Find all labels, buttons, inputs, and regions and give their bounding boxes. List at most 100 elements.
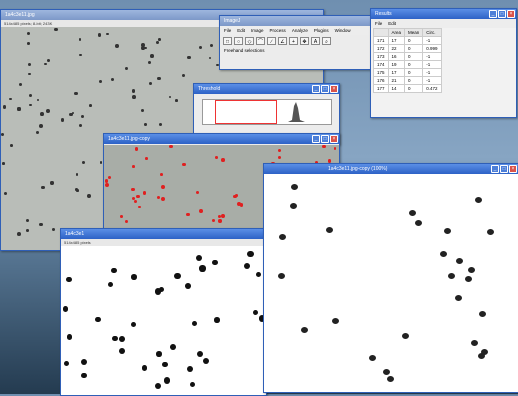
column-header[interactable]: Area <box>387 28 406 37</box>
outlines-titlebar[interactable]: 1a4c3e11.jpg-copy (100%) _ □ × <box>264 164 518 174</box>
binary-particle <box>212 259 218 266</box>
imagej-menu-process[interactable]: Process <box>270 28 286 33</box>
minimize-icon[interactable]: _ <box>312 85 320 93</box>
column-header[interactable] <box>373 28 389 37</box>
results-menu-file[interactable]: File <box>375 21 382 26</box>
table-cell: 17 <box>387 36 406 45</box>
particle-dot <box>75 173 79 177</box>
outlines-window[interactable]: 1a4c3e11.jpg-copy (100%) _ □ × <box>263 163 518 393</box>
particle-dot <box>16 231 21 236</box>
imagej-menu-window[interactable]: Window <box>335 28 351 33</box>
binary-image-titlebar[interactable]: 1a4c3e1 <box>61 229 266 239</box>
column-header[interactable]: Circ. <box>422 28 442 37</box>
particle-outline <box>382 369 391 376</box>
minimize-icon[interactable]: _ <box>312 135 320 143</box>
particle-dot <box>36 98 40 102</box>
detected-particle-marker <box>156 195 160 199</box>
table-cell: 21 <box>387 76 406 85</box>
table-row[interactable]: 171 17 0 -1 <box>373 36 442 45</box>
tool-button[interactable]: ✥ <box>300 37 309 45</box>
minimize-icon[interactable]: _ <box>491 165 499 173</box>
table-row[interactable]: 175 17 0 -1 <box>373 68 442 77</box>
particle-dot <box>54 27 58 32</box>
particle-dot <box>156 40 160 44</box>
table-cell: 0 <box>404 60 424 69</box>
imagej-main-window[interactable]: ImageJ File Edit Image Process Analyze Plugin… <box>219 15 381 70</box>
imagej-menu-edit[interactable]: Edit <box>237 28 245 33</box>
binary-particle <box>192 321 198 327</box>
table-cell: 0 <box>404 36 424 45</box>
particle-outline <box>386 375 395 383</box>
maximize-icon[interactable]: □ <box>321 135 329 143</box>
table-cell: -1 <box>422 68 442 77</box>
particle-dot <box>115 43 119 48</box>
binary-particle <box>185 282 192 289</box>
particle-dot <box>210 43 214 47</box>
close-icon[interactable]: × <box>330 85 338 93</box>
particle-outline <box>467 266 476 274</box>
particle-dot <box>17 107 21 111</box>
detected-particle-marker <box>161 185 166 190</box>
detected-particle-marker <box>169 145 173 149</box>
particle-dot <box>41 185 46 190</box>
close-icon[interactable]: × <box>509 165 517 173</box>
particle-dot <box>97 33 101 37</box>
tool-button[interactable]: ⌕ <box>322 37 331 45</box>
threshold-title: Threshold <box>198 86 221 92</box>
minimize-icon[interactable]: _ <box>489 10 497 18</box>
tool-button[interactable]: A <box>311 37 320 45</box>
tool-button[interactable]: ∠ <box>278 37 287 45</box>
table-row[interactable]: 176 21 0 -1 <box>373 76 442 85</box>
results-window[interactable]: Results _ □ × File Edit Area Mean Circ. 171… <box>370 8 517 118</box>
particle-dot <box>131 89 136 93</box>
imagej-titlebar[interactable]: ImageJ <box>220 16 380 26</box>
threshold-titlebar[interactable]: Threshold _ □ × <box>194 84 339 94</box>
results-header-row: Area Mean Circ. <box>373 28 442 37</box>
particle-outline <box>277 272 286 280</box>
imagej-menu-analyze[interactable]: Analyze <box>292 28 308 33</box>
binary-particle <box>174 272 181 279</box>
binary-image-canvas[interactable] <box>61 246 266 395</box>
particle-dot <box>2 162 5 165</box>
tool-button[interactable]: ◇ <box>245 37 254 45</box>
binary-particle <box>62 306 69 313</box>
particle-dot <box>88 103 92 107</box>
table-row[interactable]: 173 16 0 -1 <box>373 52 442 61</box>
binary-particle <box>130 321 137 327</box>
outlines-canvas[interactable] <box>264 175 518 392</box>
tool-button[interactable]: ∕ <box>267 37 276 45</box>
maximize-icon[interactable]: □ <box>498 10 506 18</box>
results-body: 171 17 0 -1 172 22 0 0.999 173 16 0 -1 174 19 0 -1 175 17… <box>373 36 442 93</box>
particle-dot <box>208 56 212 60</box>
table-row[interactable]: 177 14 0 0.472 <box>373 84 442 93</box>
results-menu-edit[interactable]: Edit <box>388 21 396 26</box>
table-row[interactable]: 172 22 0 0.999 <box>373 44 442 53</box>
detected-particle-marker <box>195 190 200 194</box>
threshold-histogram[interactable] <box>202 99 332 125</box>
particle-dot <box>45 109 50 114</box>
results-titlebar[interactable]: Results _ □ × <box>371 9 516 19</box>
results-title: Results <box>375 11 392 17</box>
maximize-icon[interactable]: □ <box>500 165 508 173</box>
close-icon[interactable]: × <box>507 10 515 18</box>
tool-button[interactable]: □ <box>223 37 232 45</box>
tool-button[interactable]: ⌒ <box>256 37 265 45</box>
imagej-menu-plugins[interactable]: Plugins <box>314 28 329 33</box>
close-icon[interactable]: × <box>330 135 338 143</box>
particle-outline <box>278 233 287 241</box>
table-cell: 173 <box>373 52 389 61</box>
particle-dot <box>50 181 54 185</box>
tool-button[interactable]: ○ <box>234 37 243 45</box>
copy-image-titlebar[interactable]: 1a4c3e11.jpg-copy _ □ × <box>104 134 339 144</box>
particle-dot <box>79 53 82 57</box>
maximize-icon[interactable]: □ <box>321 85 329 93</box>
detected-particle-marker <box>211 219 216 223</box>
imagej-menu-file[interactable]: File <box>224 28 231 33</box>
binary-particle <box>64 360 70 366</box>
particle-dot <box>10 144 14 147</box>
column-header[interactable]: Mean <box>404 28 424 37</box>
imagej-menu-image[interactable]: Image <box>251 28 264 33</box>
binary-image-window[interactable]: 1a4c3e1 514x485 pixels <box>60 228 267 396</box>
table-row[interactable]: 174 19 0 -1 <box>373 60 442 69</box>
tool-button[interactable]: + <box>289 37 298 45</box>
